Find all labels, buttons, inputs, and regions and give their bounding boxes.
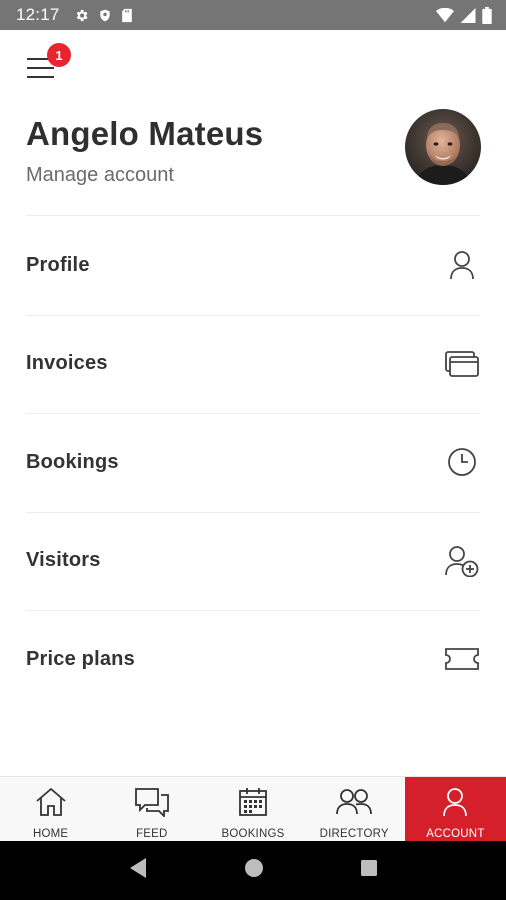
nav-directory[interactable]: DIRECTORY [304,777,405,841]
user-name: Angelo Mateus [26,115,264,152]
nav-label: ACCOUNT [426,828,485,840]
avatar[interactable] [405,109,481,185]
chat-icon [134,787,170,822]
cards-icon [444,346,480,382]
status-bar: 12:17 [0,0,506,30]
people-icon [336,787,373,822]
menu-item-label: Invoices [26,352,108,375]
nav-feed[interactable]: FEED [101,777,202,841]
person-icon [440,787,470,822]
system-nav-bar [0,841,506,900]
menu-item-label: Profile [26,253,90,276]
nav-home[interactable]: HOME [0,777,101,841]
manage-account-link[interactable]: Manage account [26,164,174,187]
notification-badge: 1 [47,43,71,67]
menu-item-label: Visitors [26,549,101,572]
home-icon [34,787,68,822]
status-left-icons [74,8,133,23]
status-time: 12:17 [16,5,60,24]
account-screen: 12:17 1 Angelo Mateus Manage account Pro… [0,0,506,900]
cell-signal-icon [460,7,476,23]
status-right-icons [436,6,492,24]
nav-bookings[interactable]: BOOKINGS [202,777,303,841]
nav-label: DIRECTORY [319,828,389,840]
avatar-photo [405,109,481,185]
account-menu-list: Profile Invoices Bookings Visitors Price… [0,216,506,709]
menu-item-visitors[interactable]: Visitors [0,511,506,611]
home-circle-icon[interactable] [244,858,264,883]
shield-icon [98,8,112,23]
clock-icon [444,444,480,480]
nav-label: BOOKINGS [221,828,285,840]
menu-item-label: Price plans [26,647,135,670]
person-icon [444,247,480,283]
gear-icon [74,8,89,23]
battery-icon [482,6,492,24]
sd-card-icon [121,8,133,23]
menu-item-profile[interactable]: Profile [0,216,506,315]
nav-account[interactable]: ACCOUNT [404,777,506,841]
bottom-nav: HOME FEED BOOKINGS DIRECTORY ACCOUNT [0,776,506,841]
menu-item-label: Bookings [26,450,119,473]
nav-label: FEED [136,828,168,840]
menu-item-price-plans[interactable]: Price plans [0,610,506,709]
calendar-icon [238,787,268,822]
menu-item-invoices[interactable]: Invoices [0,314,506,414]
wifi-icon [436,7,454,23]
ticket-icon [444,641,480,677]
menu-item-bookings[interactable]: Bookings [0,413,506,512]
nav-label: HOME [32,828,69,840]
recents-icon[interactable] [360,859,378,882]
back-icon[interactable] [128,857,148,884]
add-person-icon [444,543,480,579]
